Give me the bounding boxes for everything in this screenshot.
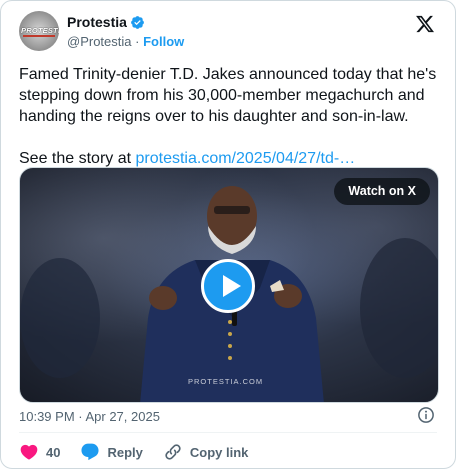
- embedded-post-card: PROTESTIA Protestia @Protestia · Follow …: [0, 0, 456, 469]
- play-icon: [223, 275, 241, 297]
- reply-label: Reply: [107, 444, 143, 460]
- post-header: PROTESTIA Protestia @Protestia · Follow: [19, 8, 441, 52]
- story-link[interactable]: protestia.com/2025/04/27/td-…: [136, 150, 356, 167]
- avatar[interactable]: PROTESTIA: [19, 11, 59, 51]
- watch-on-x-button[interactable]: Watch on X: [334, 178, 430, 205]
- display-name-line: Protestia: [67, 14, 145, 30]
- play-button[interactable]: [201, 259, 255, 313]
- copy-link-label: Copy link: [189, 444, 249, 460]
- handle-line: @Protestia · Follow: [67, 34, 184, 49]
- post-paragraph: Famed Trinity-denier T.D. Jakes announce…: [19, 66, 437, 125]
- see-story-text: See the story at: [19, 150, 136, 167]
- x-logo-icon[interactable]: [415, 14, 435, 34]
- follow-button[interactable]: Follow: [143, 34, 184, 49]
- separator-dot: ·: [135, 34, 140, 49]
- actions-divider: [19, 432, 437, 433]
- info-icon[interactable]: [417, 406, 435, 424]
- like-button[interactable]: 40: [19, 442, 60, 462]
- reply-icon: [81, 443, 100, 461]
- post-link-line: See the story at protestia.com/2025/04/2…: [19, 148, 444, 169]
- post-timestamp[interactable]: 10:39 PM · Apr 27, 2025: [19, 409, 160, 424]
- heart-icon: [20, 444, 38, 460]
- avatar-logo-text: PROTESTIA: [21, 26, 59, 35]
- like-count: 40: [46, 444, 61, 460]
- account-handle[interactable]: @Protestia: [67, 34, 132, 49]
- video-watermark: PROTESTIA.COM: [188, 377, 264, 386]
- link-icon: [165, 444, 181, 460]
- avatar-logo-bar: [23, 35, 55, 37]
- verified-badge-icon: [131, 15, 144, 29]
- display-name[interactable]: Protestia: [67, 14, 127, 30]
- post-text: Famed Trinity-denier T.D. Jakes announce…: [19, 64, 444, 169]
- video-player[interactable]: Watch on X PROTESTIA.COM: [19, 167, 439, 403]
- reply-button[interactable]: Reply: [80, 442, 143, 462]
- post-actions-bar: 40 Reply Copy link: [19, 441, 268, 463]
- copy-link-button[interactable]: Copy link: [163, 442, 249, 462]
